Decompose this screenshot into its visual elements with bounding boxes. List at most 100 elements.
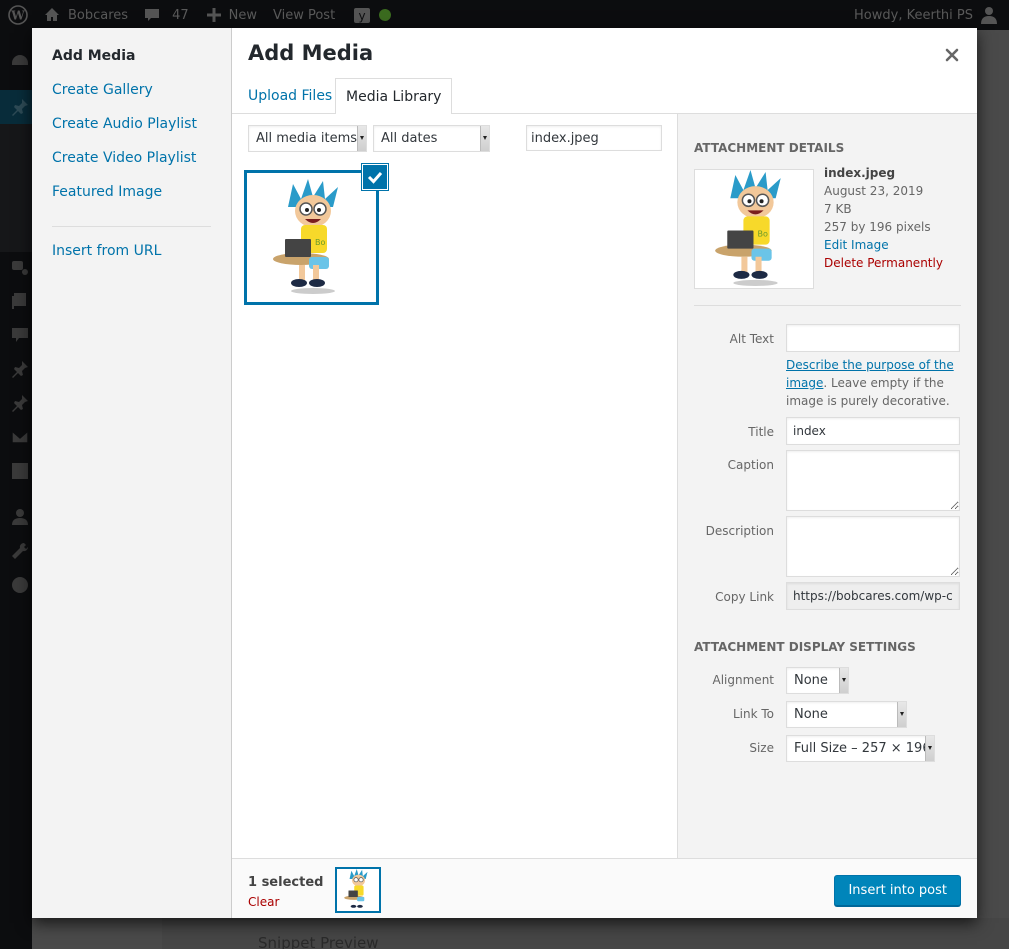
attachment-details-heading: Attachment Details: [694, 141, 845, 155]
site-link[interactable]: Bobcares: [44, 7, 128, 23]
tab-upload-files[interactable]: Upload Files: [238, 78, 342, 114]
tab-media-library[interactable]: Media Library: [335, 78, 453, 115]
dashboard-icon[interactable]: [11, 52, 29, 70]
plus-icon: [206, 8, 221, 22]
home-icon: [45, 8, 59, 21]
display-settings-heading: Attachment Display Settings: [694, 640, 916, 654]
attachment-details-sidebar: Attachment Details Bo: [677, 114, 977, 858]
add-media-modal: Add Media Create Gallery Create Audio Pl…: [32, 28, 977, 918]
clear-selection-link[interactable]: Clear: [248, 895, 279, 909]
attachment-filesize: 7 KB: [824, 202, 852, 216]
link-to-label: Link To: [732, 707, 774, 721]
wordpress-logo-icon[interactable]: W: [8, 5, 28, 25]
comments-icon[interactable]: [11, 326, 29, 344]
howdy-label: Howdy, Keerthi PS: [854, 7, 973, 23]
modal-title: Add Media: [248, 41, 374, 65]
menu-insert-from-url[interactable]: Insert from URL: [32, 241, 231, 275]
media-router: Upload Files Media Library: [232, 78, 977, 115]
frame-title: Add Media: [232, 28, 977, 78]
selection-thumbnail[interactable]: [335, 867, 381, 913]
media-icon[interactable]: [11, 258, 29, 276]
alignment-select[interactable]: None: [786, 667, 849, 694]
svg-text:Bo: Bo: [315, 238, 325, 247]
user-avatar-icon: [981, 7, 997, 24]
cartoon-image: Bo: [273, 179, 338, 294]
pin-icon[interactable]: [11, 98, 29, 116]
description-textarea[interactable]: [786, 516, 960, 577]
menu-create-audio-playlist[interactable]: Create Audio Playlist: [32, 114, 231, 148]
title-input[interactable]: [786, 417, 960, 445]
attachment-date: August 23, 2019: [824, 184, 924, 198]
attachment-filename: index.jpeg: [824, 166, 896, 180]
background-editor: Snippet Preview: [162, 918, 1009, 949]
link-to-value: None: [794, 707, 828, 722]
chevron-down-icon: [480, 126, 489, 151]
size-value: Full Size – 257 × 196: [794, 741, 931, 756]
alignment-label: Alignment: [712, 673, 774, 687]
selected-check-button[interactable]: [363, 165, 387, 189]
media-frame-content: All media items All dates index.jpeg Bo …: [232, 114, 977, 858]
details-thumbnail: Bo: [694, 169, 814, 289]
chevron-down-icon: [925, 736, 934, 761]
title-label: Title: [748, 425, 774, 439]
menu-create-video-playlist[interactable]: Create Video Playlist: [32, 148, 231, 182]
comments-link[interactable]: 47: [144, 7, 189, 23]
alt-text-input[interactable]: [786, 324, 960, 352]
pin-icon-3[interactable]: [11, 394, 29, 412]
pin-icon-2[interactable]: [11, 360, 29, 378]
admin-side-menu: [0, 30, 32, 949]
seo-status-dot: [379, 9, 392, 21]
caption-textarea[interactable]: [786, 450, 960, 511]
menu-add-media[interactable]: Add Media: [32, 46, 231, 80]
attachment-thumbnail[interactable]: Bo: [244, 165, 387, 305]
search-media-input[interactable]: [526, 125, 662, 151]
media-toolbar: 1 selected Clear Insert into post: [232, 858, 977, 918]
copy-link-input[interactable]: [786, 582, 960, 610]
tools-icon[interactable]: [11, 542, 29, 560]
snippet-preview-label: Snippet Preview: [258, 934, 379, 949]
list-icon[interactable]: [11, 462, 29, 480]
attachment-image: Bo: [253, 179, 370, 296]
yoast-icon[interactable]: y: [353, 6, 371, 24]
view-post-link[interactable]: View Post: [273, 8, 335, 23]
comment-icon: [145, 9, 160, 21]
checkmark-icon: [367, 172, 383, 184]
my-account-link[interactable]: Howdy, Keerthi PS: [854, 0, 997, 30]
mail-icon[interactable]: [11, 428, 29, 446]
selection-count: 1 selected: [248, 875, 324, 890]
collapse-menu-icon[interactable]: [11, 576, 29, 594]
copy-link-label: Copy Link: [715, 590, 774, 604]
delete-permanently-link[interactable]: Delete Permanently: [824, 254, 943, 272]
new-content-link[interactable]: New: [206, 7, 257, 23]
media-type-filter-value: All media items: [256, 131, 358, 146]
new-label: New: [228, 7, 257, 23]
date-filter[interactable]: All dates: [373, 125, 490, 152]
link-to-select[interactable]: None: [786, 701, 907, 728]
admin-bar: W Bobcares 47 New View Post y Howdy, Kee…: [0, 0, 1009, 30]
details-divider: [694, 305, 961, 306]
alt-text-label: Alt Text: [729, 332, 774, 346]
site-name: Bobcares: [68, 7, 129, 23]
size-select[interactable]: Full Size – 257 × 196: [786, 735, 935, 762]
media-frame-menu: Add Media Create Gallery Create Audio Pl…: [32, 28, 232, 918]
close-icon: [945, 48, 959, 62]
selection-cartoon-image: [344, 869, 368, 908]
svg-text:W: W: [10, 9, 25, 23]
size-label: Size: [749, 741, 774, 755]
close-button[interactable]: [941, 44, 963, 66]
date-filter-value: All dates: [381, 131, 438, 146]
caption-label: Caption: [727, 458, 774, 472]
edit-image-link[interactable]: Edit Image: [824, 236, 889, 254]
attachment-dimensions: 257 by 196 pixels: [824, 220, 931, 234]
description-label: Description: [705, 524, 774, 538]
insert-into-post-button[interactable]: Insert into post: [834, 875, 961, 906]
alignment-value: None: [794, 673, 828, 688]
comments-count: 47: [172, 7, 189, 23]
menu-featured-image[interactable]: Featured Image: [32, 182, 231, 216]
pages-icon[interactable]: [11, 292, 29, 310]
users-icon[interactable]: [11, 508, 29, 526]
details-cartoon-image: Bo: [715, 170, 781, 286]
chevron-down-icon: [839, 668, 848, 693]
media-type-filter[interactable]: All media items: [248, 125, 367, 152]
menu-create-gallery[interactable]: Create Gallery: [32, 80, 231, 114]
